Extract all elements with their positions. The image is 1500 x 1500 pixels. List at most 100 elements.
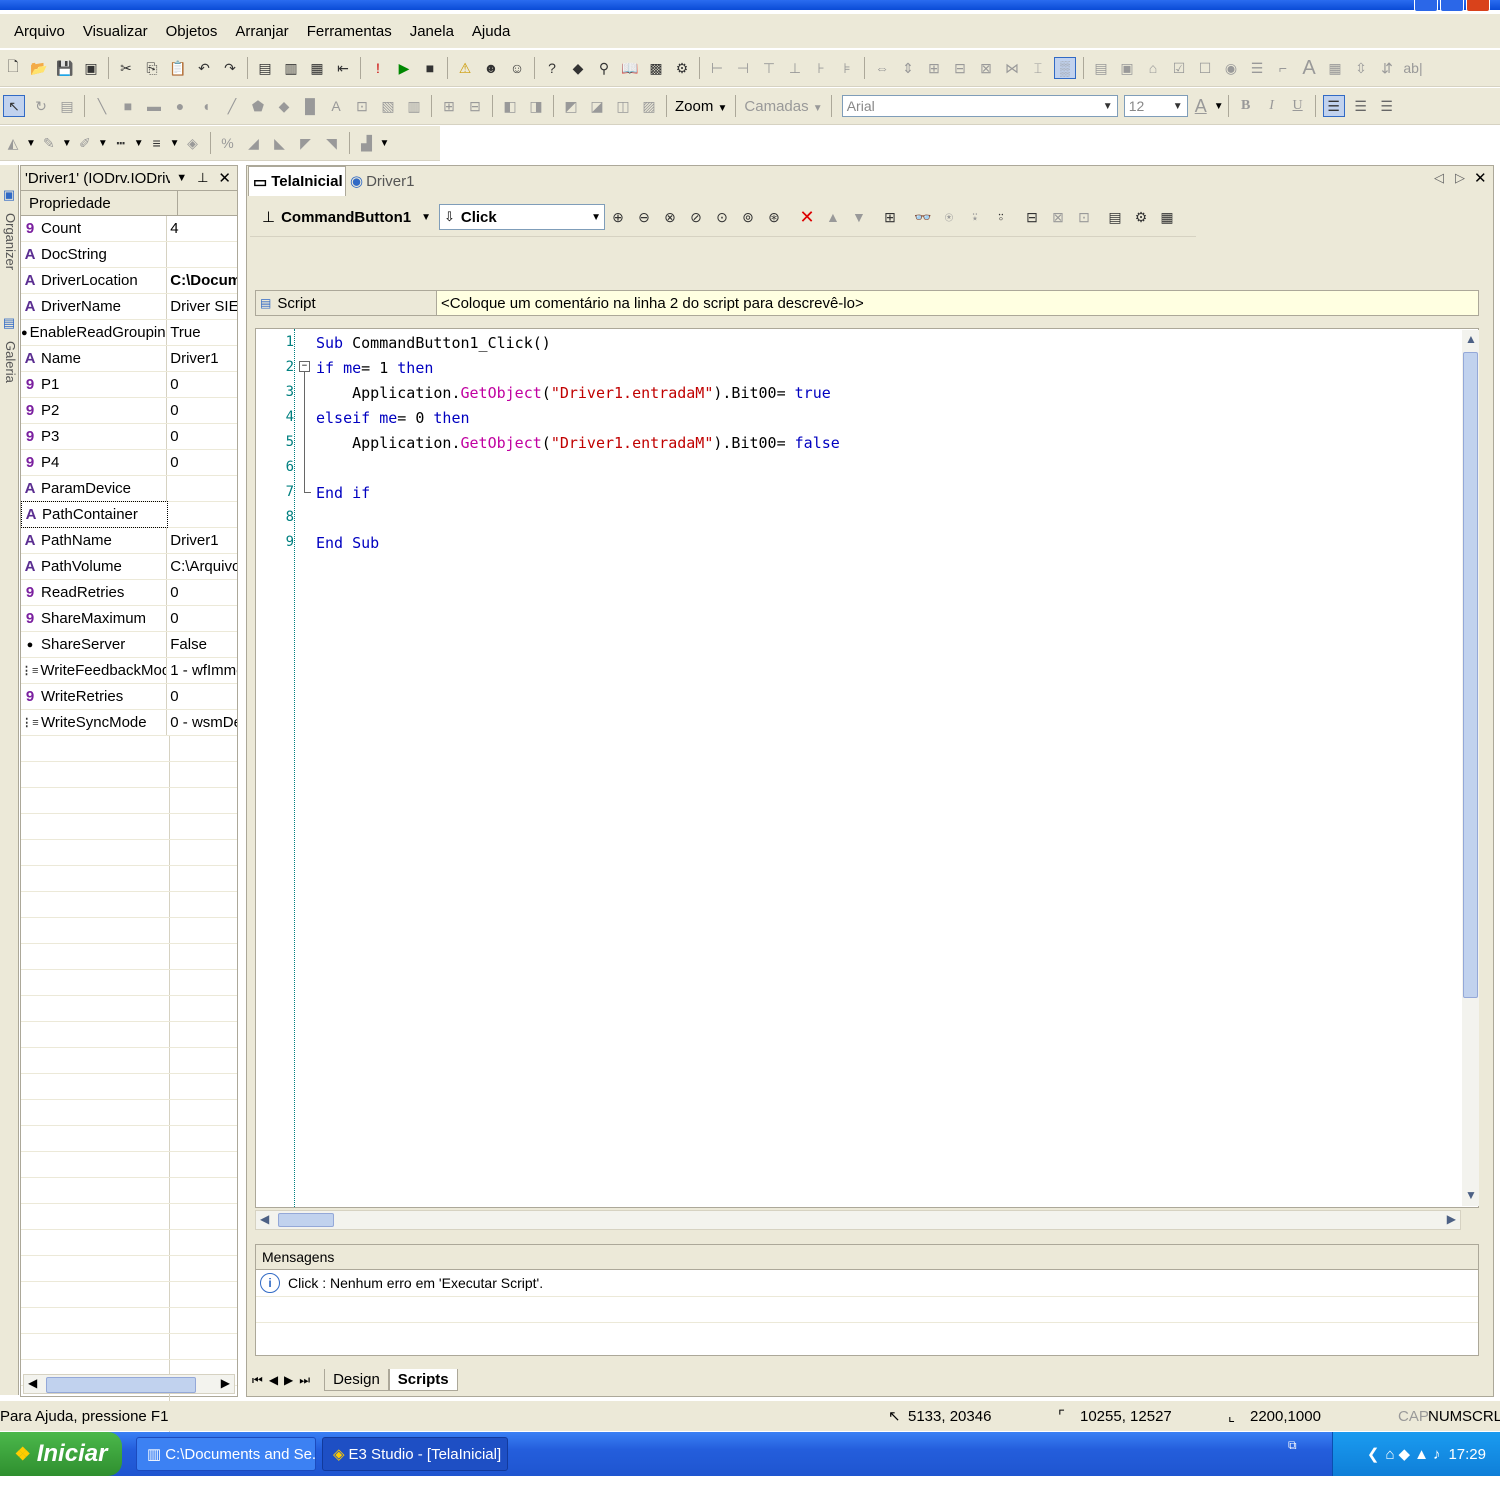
check-icon[interactable]: ☑ — [1169, 58, 1189, 78]
script-comment[interactable]: <Coloque um comentário na linha 2 do scr… — [441, 295, 864, 312]
menu-ajuda[interactable]: Ajuda — [472, 23, 510, 40]
properties-scroll-thumb[interactable] — [46, 1377, 196, 1393]
new-file-icon[interactable]: 🗋 — [3, 58, 23, 78]
property-row[interactable]: A DocString — [21, 242, 237, 268]
grid-tool-icon[interactable]: ▦ — [1325, 58, 1345, 78]
order-2-icon[interactable]: ◪ — [587, 96, 607, 116]
radio-icon[interactable]: ◉ — [1221, 58, 1241, 78]
close-document-icon[interactable]: ✕ — [1474, 169, 1487, 187]
pin-icon[interactable]: ⊥ — [197, 170, 208, 186]
restore-icon[interactable]: ⧉ — [1288, 1438, 1297, 1453]
dropdown-arrow-icon[interactable]: ▼ — [176, 172, 187, 184]
bar-icon[interactable]: ▥ — [404, 96, 424, 116]
paint-icon[interactable]: ◈ — [183, 133, 203, 153]
property-row[interactable]: A DriverName Driver SIEM — [21, 294, 237, 320]
code-line[interactable]: End if — [316, 484, 370, 502]
property-row[interactable]: ● EnableReadGrouping True — [21, 320, 237, 346]
line-style-icon[interactable]: ┅ — [111, 133, 131, 153]
center-h-icon[interactable]: ⊟ — [950, 58, 970, 78]
code-line[interactable]: elseif me= 0 then — [316, 409, 470, 427]
tab-scroll-left-icon[interactable]: ◁ — [1434, 170, 1444, 186]
property-row[interactable]: A PathName Driver1 — [21, 528, 237, 554]
database-icon[interactable]: ▩ — [646, 58, 666, 78]
property-row[interactable]: 9 Count 4 — [21, 216, 237, 242]
property-row[interactable]: 9 P1 0 — [21, 372, 237, 398]
script-action-7-icon[interactable]: ⊛ — [764, 207, 784, 227]
properties-hscrollbar[interactable]: ◀ ▶ — [23, 1374, 235, 1394]
same-width-icon[interactable]: ⇔ — [872, 58, 892, 78]
property-row[interactable]: ⋮≡WriteSyncMode 0 - wsmDef — [21, 710, 237, 736]
space-h-icon[interactable]: ⋈ — [1002, 58, 1022, 78]
form-icon[interactable]: ▣ — [1117, 58, 1137, 78]
script-action-6-icon[interactable]: ⊚ — [738, 207, 758, 227]
code-editor[interactable]: 1 Sub CommandButton1_Click() 2 if me= 1 the… — [255, 328, 1479, 1208]
fold-toggle-icon[interactable]: − — [299, 361, 310, 372]
gallery-icon[interactable]: ▤ — [0, 315, 18, 335]
warning-icon[interactable]: ⚠ — [455, 58, 475, 78]
help-icon[interactable]: ? — [542, 58, 562, 78]
open-folder-icon[interactable]: 📂 — [29, 58, 49, 78]
label-tool-icon[interactable]: ab| — [1403, 58, 1423, 78]
property-value[interactable]: 0 — [167, 402, 237, 419]
property-row[interactable]: A Name Driver1 — [21, 346, 237, 372]
zoom-dropdown[interactable]: Zoom ▼ — [675, 98, 727, 115]
list-icon[interactable]: ☰ — [1247, 58, 1267, 78]
window-cascade-icon[interactable]: ▥ — [281, 58, 301, 78]
verify-icon[interactable]: ! — [368, 58, 388, 78]
tray-app-icon[interactable]: ◆ — [1399, 1445, 1411, 1463]
space-v-icon[interactable]: ⌶ — [1028, 58, 1048, 78]
scroll-up-icon[interactable]: ▲ — [1465, 332, 1477, 346]
close-panel-icon[interactable]: ✕ — [218, 169, 231, 187]
copy-icon[interactable]: ⎘ — [142, 58, 162, 78]
property-row[interactable]: ● ShareServer False — [21, 632, 237, 658]
window-icon[interactable]: ▤ — [255, 58, 275, 78]
same-height-icon[interactable]: ⇕ — [898, 58, 918, 78]
send-back-icon[interactable]: ◨ — [526, 96, 546, 116]
ungroup-icon[interactable]: ⊟ — [465, 96, 485, 116]
bring-front-icon[interactable]: ◧ — [500, 96, 520, 116]
property-row[interactable]: A PathContainer — [21, 501, 237, 528]
scroll-left-icon[interactable]: ◀ — [28, 1376, 37, 1390]
tab-driver1[interactable]: ◉ Driver1 — [350, 166, 430, 196]
rounded-rect-icon[interactable]: ▬ — [144, 96, 164, 116]
fill-color-icon[interactable]: ◭ — [3, 133, 23, 153]
arc-icon[interactable]: ◖ — [196, 96, 216, 116]
italic-button[interactable]: I — [1262, 96, 1282, 116]
property-value[interactable]: 0 — [167, 688, 237, 705]
menu-arquivo[interactable]: Arquivo — [14, 23, 65, 40]
redo-icon[interactable]: ↷ — [220, 58, 240, 78]
window-back-icon[interactable]: ⇤ — [333, 58, 353, 78]
property-value[interactable]: 0 — [167, 584, 237, 601]
rectangle-icon[interactable]: ■ — [118, 96, 138, 116]
distribute-icon[interactable]: ⊧ — [837, 58, 857, 78]
property-value[interactable]: 1 - wfImmec — [167, 662, 237, 679]
tray-volume-icon[interactable]: ♪ — [1433, 1446, 1441, 1463]
slider-icon[interactable]: ⇵ — [1377, 58, 1397, 78]
center-v-icon[interactable]: ⊠ — [976, 58, 996, 78]
line-icon[interactable]: ╲ — [92, 96, 112, 116]
object-select[interactable]: CommandButton1 — [281, 209, 411, 226]
script-action-1-icon[interactable]: ⊕ — [608, 207, 628, 227]
select-pointer-icon[interactable]: ↖ — [3, 95, 25, 117]
display-icon[interactable]: ⊡ — [352, 96, 372, 116]
menu-janela[interactable]: Janela — [410, 23, 454, 40]
tray-network-icon[interactable]: ⌂ — [1385, 1446, 1394, 1463]
compile-icon[interactable]: ▤ — [1105, 207, 1125, 227]
tab-scripts[interactable]: Scripts — [388, 1369, 458, 1391]
cut-icon[interactable]: ✂ — [116, 58, 136, 78]
properties-icon[interactable]: ▤ — [57, 96, 77, 116]
move-up-icon[interactable]: ▲ — [823, 207, 843, 227]
property-value[interactable]: C:\Docum — [167, 272, 237, 289]
code-vscroll-thumb[interactable] — [1463, 352, 1478, 998]
align-text-right-icon[interactable]: ☰ — [1377, 96, 1397, 116]
event-dropdown-icon[interactable]: ▼ — [591, 212, 601, 223]
minimize-button[interactable] — [1414, 0, 1438, 12]
user-icon[interactable]: ☻ — [481, 58, 501, 78]
script-action-2-icon[interactable]: ⊖ — [634, 207, 654, 227]
run-icon[interactable]: ▶ — [394, 58, 414, 78]
property-value[interactable]: 4 — [167, 220, 237, 237]
bookmark-icon[interactable]: ⊟ — [1022, 207, 1042, 227]
property-row[interactable]: A ParamDevice — [21, 476, 237, 502]
code-line[interactable]: Application.GetObject("Driver1.entradaM"… — [316, 434, 840, 452]
bookmark-next-icon[interactable]: ⊠ — [1048, 207, 1068, 227]
